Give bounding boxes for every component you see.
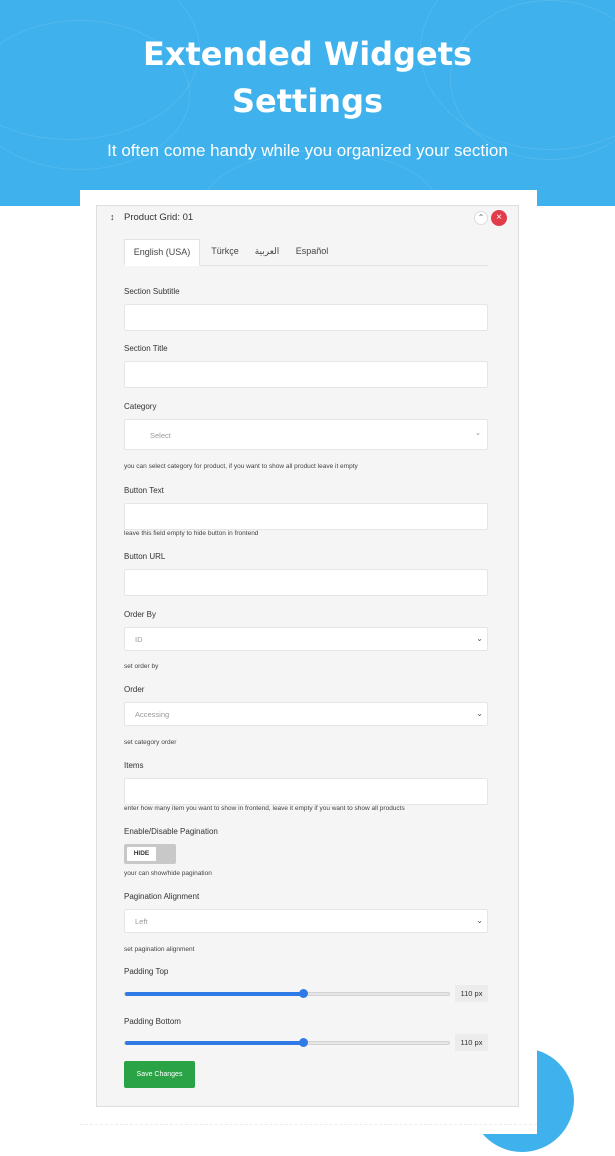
- tab-spanish[interactable]: Español: [289, 239, 335, 266]
- category-select[interactable]: Select ⌄: [124, 419, 488, 450]
- padding-bottom-slider[interactable]: [124, 1038, 450, 1047]
- pagination-toggle[interactable]: HIDE: [124, 844, 176, 864]
- pagination-alignment-label: Pagination Alignment: [124, 892, 200, 901]
- padding-bottom-label: Padding Bottom: [124, 1017, 181, 1026]
- section-subtitle-input[interactable]: [124, 304, 488, 331]
- padding-top-slider-thumb[interactable]: [298, 989, 308, 998]
- order-by-selected-value: ID: [135, 635, 143, 644]
- hero-title-line1: Extended Widgets: [142, 35, 473, 73]
- padding-top-slider[interactable]: [124, 989, 450, 998]
- order-by-hint: set order by: [124, 663, 159, 670]
- button-text-hint: leave this field empty to hide button in…: [124, 530, 259, 537]
- items-label: Items: [124, 761, 144, 770]
- order-by-label: Order By: [124, 610, 157, 619]
- section-title-label: Section Title: [124, 344, 168, 353]
- collapse-icon[interactable]: ⌃: [474, 211, 488, 225]
- tab-arabic[interactable]: العربية: [250, 239, 284, 266]
- panel-header: ↕ Product Grid: 01 ⌃ ×: [97, 206, 518, 232]
- button-text-label: Button Text: [124, 486, 164, 495]
- padding-top-slider-fill: [125, 992, 304, 996]
- items-hint: enter how many item you want to show in …: [124, 805, 405, 812]
- hero-subtitle: It often come handy while you organized …: [107, 141, 508, 160]
- tab-turkish[interactable]: Türkçe: [203, 239, 247, 266]
- order-select[interactable]: Accessing ⌄: [124, 702, 488, 726]
- button-url-label: Button URL: [124, 552, 166, 561]
- chevron-down-icon: ⌄: [476, 634, 483, 643]
- category-label: Category: [124, 402, 157, 411]
- tab-english[interactable]: English (USA): [124, 239, 200, 266]
- pagination-toggle-state: HIDE: [127, 847, 156, 861]
- order-hint: set category order: [124, 739, 177, 746]
- button-url-input[interactable]: [124, 569, 488, 596]
- pagination-alignment-selected-value: Left: [135, 917, 148, 926]
- pagination-hint: your can show/hide pagination: [124, 870, 212, 877]
- widget-panel: ↕ Product Grid: 01 ⌃ × English (USA) Tür…: [96, 205, 519, 1107]
- section-subtitle-label: Section Subtitle: [124, 287, 180, 296]
- items-input[interactable]: [124, 778, 488, 805]
- card-divider: [80, 1124, 537, 1125]
- order-label: Order: [124, 685, 145, 694]
- chevron-down-icon: ⌄: [476, 709, 483, 718]
- category-hint: you can select category for product, if …: [124, 463, 358, 470]
- pagination-label: Enable/Disable Pagination: [124, 827, 218, 836]
- drag-handle-icon[interactable]: ↕: [110, 212, 115, 222]
- language-tabs: English (USA) Türkçe العربية Español: [124, 239, 488, 266]
- panel-title: Product Grid: 01: [124, 212, 194, 223]
- order-by-select[interactable]: ID ⌄: [124, 627, 488, 651]
- close-icon[interactable]: ×: [491, 210, 507, 226]
- section-title-input[interactable]: [124, 361, 488, 388]
- padding-top-value: 110 px: [455, 985, 488, 1002]
- pagination-alignment-select[interactable]: Left ⌄: [124, 909, 488, 933]
- hero-banner: Extended Widgets Settings It often come …: [0, 0, 615, 206]
- padding-bottom-slider-fill: [125, 1041, 304, 1045]
- hero-title-line2: Settings: [231, 82, 384, 120]
- padding-bottom-value: 110 px: [455, 1034, 488, 1051]
- save-changes-button[interactable]: Save Changes: [124, 1061, 195, 1088]
- chevron-down-icon: ⌄: [476, 916, 483, 925]
- pagination-alignment-hint: set pagination alignment: [124, 946, 195, 953]
- category-selected-value: Select: [150, 431, 171, 440]
- padding-top-label: Padding Top: [124, 967, 169, 976]
- order-selected-value: Accessing: [135, 710, 170, 719]
- chevron-down-icon: ⌄: [475, 430, 481, 437]
- button-text-input[interactable]: [124, 503, 488, 530]
- padding-bottom-slider-thumb[interactable]: [298, 1038, 308, 1047]
